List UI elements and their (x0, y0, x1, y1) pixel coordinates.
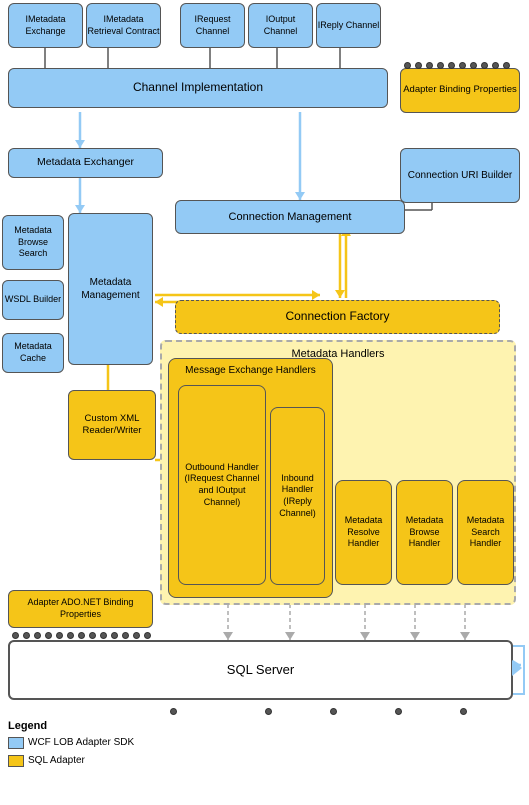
imetadata-retrieval-box: IMetadata Retrieval Contract (86, 3, 161, 48)
imetadata-exchange-box: IMetadata Exchange (8, 3, 83, 48)
custom-xml-box: Custom XML Reader/Writer (68, 390, 156, 460)
channel-implementation-box: Channel Implementation (8, 68, 388, 108)
connection-factory-box: Connection Factory (175, 300, 500, 334)
metadata-browse-handler-box: Metadata Browse Handler (396, 480, 453, 585)
inbound-handler-box: Inbound Handler (IReply Channel) (270, 407, 325, 585)
outbound-handler-box: Outbound Handler (IRequest Channel and I… (178, 385, 266, 585)
connection-uri-builder-box: Connection URI Builder (400, 148, 520, 203)
ioutput-channel-box: IOutput Channel (248, 3, 313, 48)
wsdl-builder-box: WSDL Builder (2, 280, 64, 320)
metadata-browse-search-box: Metadata Browse Search (2, 215, 64, 270)
diagram: IMetadata Exchange IMetadata Retrieval C… (0, 0, 529, 805)
sql-right-arrow (513, 645, 525, 695)
legend-label: Legend (8, 720, 47, 732)
legend-wcf-label: WCF LOB Adapter SDK (28, 737, 134, 748)
metadata-management-box: Metadata Management (68, 213, 153, 365)
metadata-resolve-handler-box: Metadata Resolve Handler (335, 480, 392, 585)
metadata-cache-box: Metadata Cache (2, 333, 64, 373)
legend-sql-label: SQL Adapter (28, 755, 85, 766)
metadata-search-handler-box: Metadata Search Handler (457, 480, 514, 585)
irequest-channel-box: IRequest Channel (180, 3, 245, 48)
legend-sql-box (8, 755, 24, 767)
connection-management-box: Connection Management (175, 200, 405, 234)
adapter-adonet-box: Adapter ADO.NET Binding Properties (8, 590, 153, 628)
ireply-channel-box: IReply Channel (316, 3, 381, 48)
sql-server-box: SQL Server (8, 640, 513, 700)
metadata-exchanger-box: Metadata Exchanger (8, 148, 163, 178)
legend-wcf-box (8, 737, 24, 749)
adapter-binding-properties-box: Adapter Binding Properties (400, 68, 520, 113)
